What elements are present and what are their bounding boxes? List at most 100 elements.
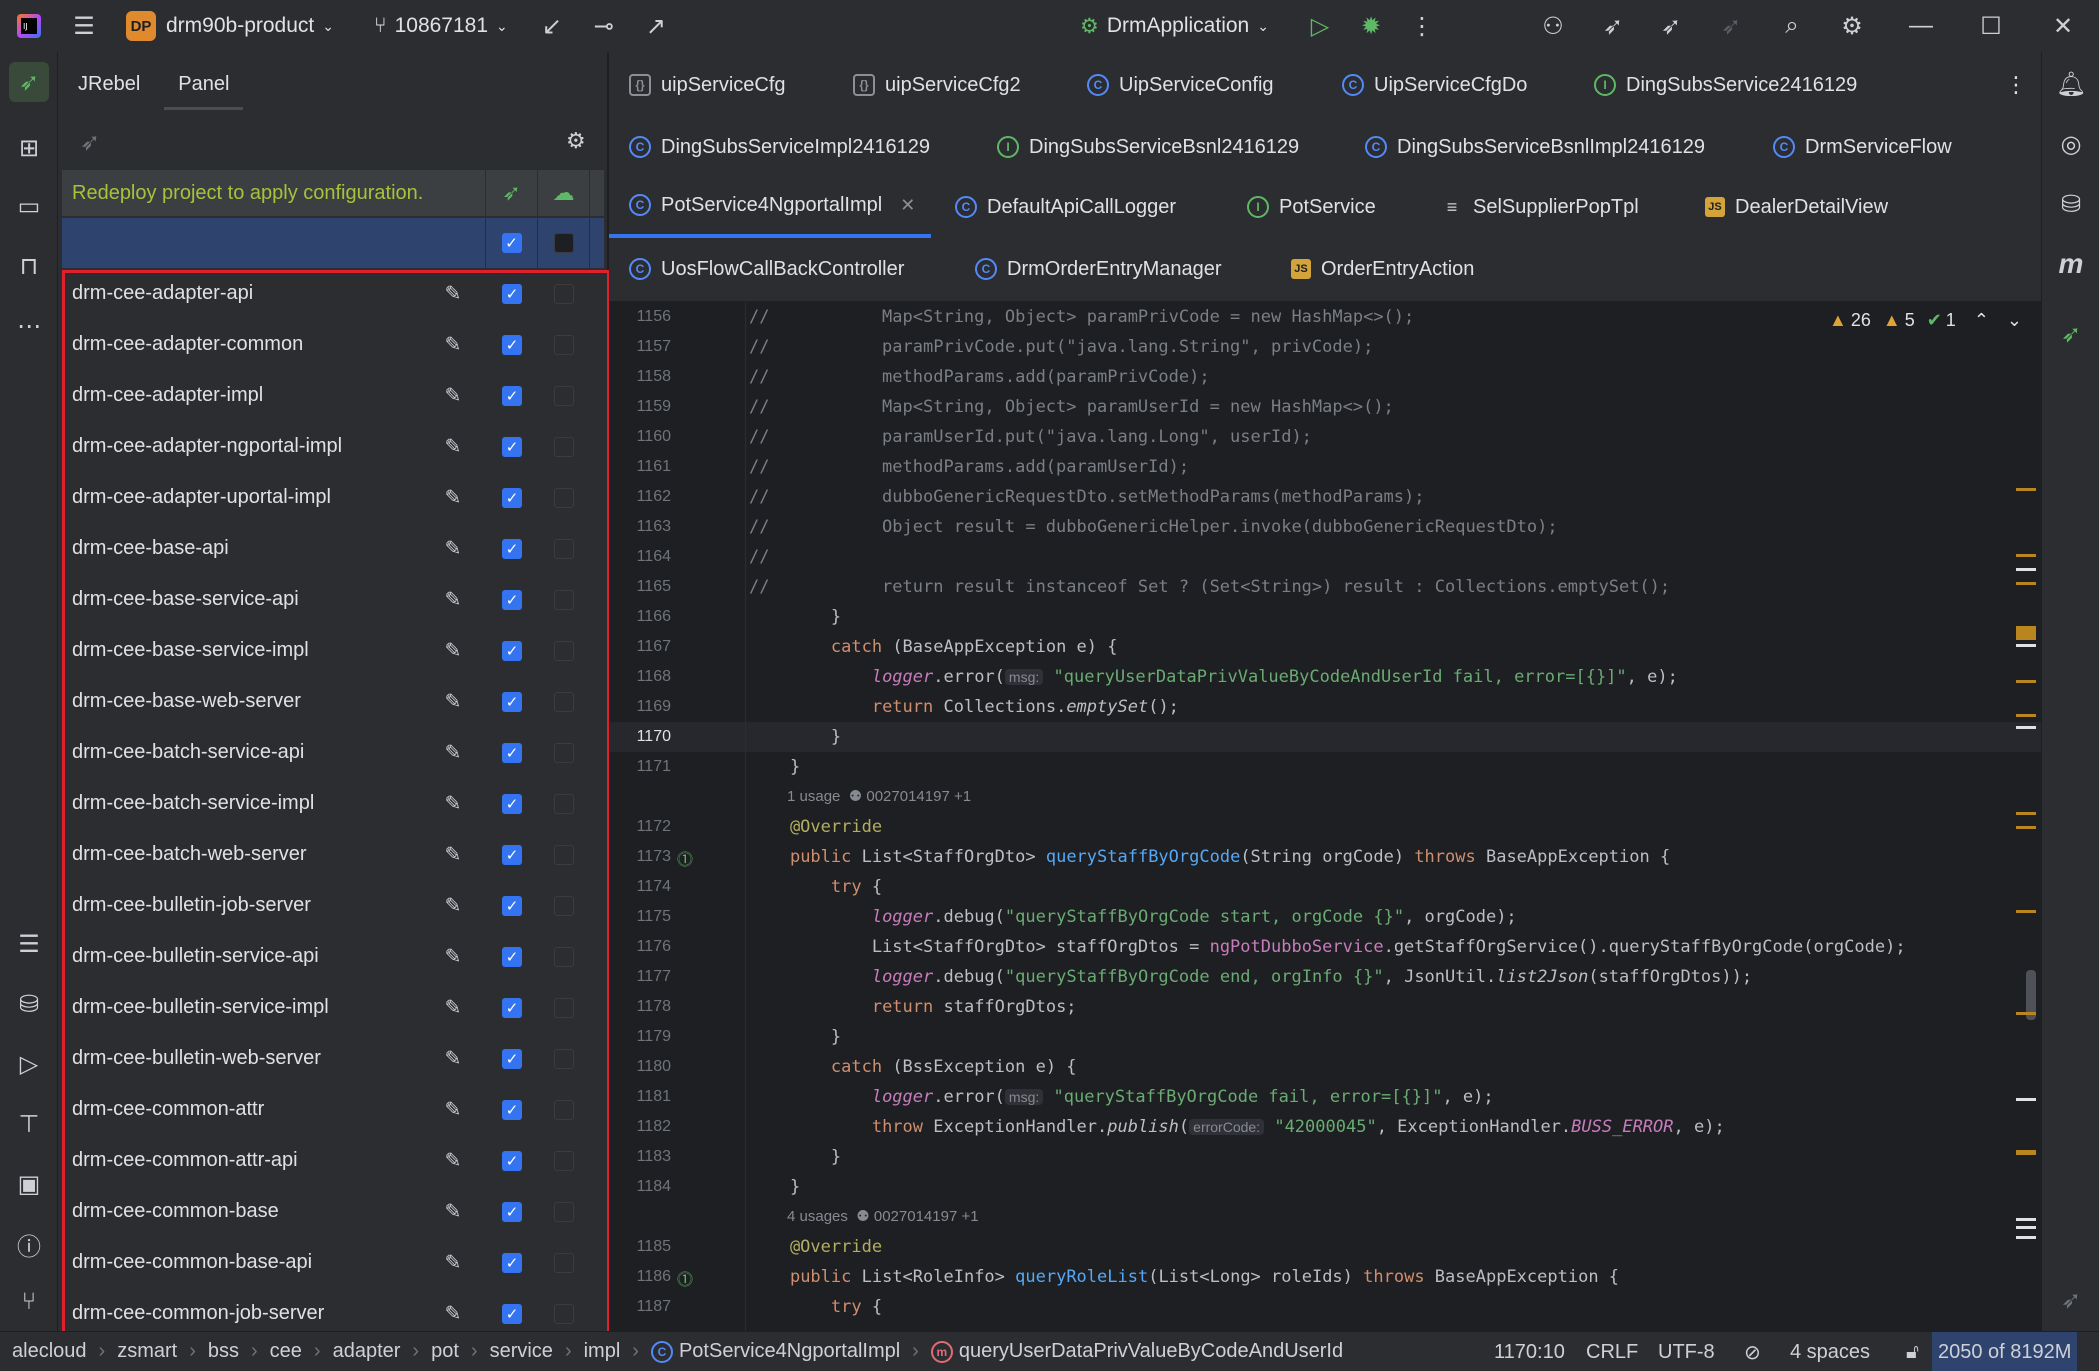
- remote-checkbox[interactable]: [554, 793, 574, 814]
- tab-selsupplierpoptpl[interactable]: ≡ SelSupplierPopTpl: [1441, 176, 1639, 238]
- remote-checkbox[interactable]: [554, 1303, 574, 1324]
- jrebel-run-icon[interactable]: ➶: [1587, 0, 1639, 52]
- main-menu-icon[interactable]: ☰: [58, 0, 110, 52]
- warning-stripe[interactable]: [2016, 812, 2036, 815]
- settings-icon[interactable]: ⚙: [1826, 0, 1878, 52]
- warning-stripe[interactable]: [2016, 626, 2036, 640]
- jrebel-debug-icon[interactable]: ➶: [1645, 0, 1697, 52]
- select-all-remote-checkbox[interactable]: [553, 233, 574, 253]
- edit-icon[interactable]: ✎: [420, 434, 486, 459]
- minimize-icon[interactable]: —: [1895, 0, 1947, 52]
- edit-icon[interactable]: ✎: [420, 689, 486, 714]
- edit-icon[interactable]: ✎: [420, 1097, 486, 1122]
- module-row[interactable]: drm-cee-base-service-api ✎ ✓: [62, 574, 604, 625]
- maximize-icon[interactable]: ☐: [1965, 0, 2017, 52]
- implements-gutter-icon[interactable]: ⓵: [677, 1266, 693, 1290]
- agent-checkbox[interactable]: ✓: [502, 844, 522, 865]
- agent-checkbox[interactable]: ✓: [502, 1048, 522, 1069]
- edit-icon[interactable]: ✎: [420, 638, 486, 663]
- agent-checkbox[interactable]: ✓: [502, 436, 522, 457]
- database-icon[interactable]: ⛁: [2051, 184, 2091, 224]
- ai-status-icon[interactable]: ⊘: [1744, 1332, 1761, 1371]
- agent-checkbox[interactable]: ✓: [502, 1150, 522, 1171]
- breadcrumb-item[interactable]: adapter: [333, 1340, 401, 1363]
- branch-switcher[interactable]: ⑂ 10867181 ⌄: [374, 0, 508, 52]
- more-tools-icon[interactable]: ⋯: [9, 306, 49, 346]
- module-row[interactable]: drm-cee-batch-web-server ✎ ✓: [62, 829, 604, 880]
- breadcrumb-item[interactable]: zsmart: [117, 1340, 177, 1363]
- module-row[interactable]: drm-cee-batch-service-api ✎ ✓: [62, 727, 604, 778]
- module-row[interactable]: drm-cee-common-attr ✎ ✓: [62, 1084, 604, 1135]
- agent-checkbox[interactable]: ✓: [502, 793, 522, 814]
- tab-panel[interactable]: Panel: [164, 52, 244, 116]
- jrebel-agent-column-icon[interactable]: ➶: [486, 170, 538, 216]
- info-stripe[interactable]: [2016, 1226, 2036, 1229]
- usage-count[interactable]: 1 usage: [787, 788, 840, 805]
- module-row[interactable]: drm-cee-adapter-uportal-impl ✎ ✓: [62, 472, 604, 523]
- breadcrumb-item[interactable]: cee: [270, 1340, 302, 1363]
- ai-assistant-icon[interactable]: ◎: [2051, 124, 2091, 164]
- edit-icon[interactable]: ✎: [420, 893, 486, 918]
- vcs-push-icon[interactable]: ↗: [630, 0, 682, 52]
- remote-checkbox[interactable]: [554, 1099, 574, 1120]
- module-row[interactable]: drm-cee-adapter-common ✎ ✓: [62, 319, 604, 370]
- implements-gutter-icon[interactable]: ⓵: [677, 846, 693, 870]
- module-row[interactable]: drm-cee-bulletin-service-impl ✎ ✓: [62, 982, 604, 1033]
- structure-icon[interactable]: ⊞: [9, 128, 49, 168]
- tab-uipserviceconfig[interactable]: C UipServiceConfig: [1087, 54, 1274, 116]
- gear-icon[interactable]: ⚙: [566, 128, 586, 154]
- module-row[interactable]: drm-cee-bulletin-web-server ✎ ✓: [62, 1033, 604, 1084]
- more-actions-icon[interactable]: ⋮: [1396, 0, 1448, 52]
- tab-dingsubsservicebsnlimpl2416129[interactable]: C DingSubsServiceBsnlImpl2416129: [1365, 116, 1705, 178]
- remote-checkbox[interactable]: [554, 946, 574, 967]
- remote-checkbox[interactable]: [554, 1150, 574, 1171]
- agent-checkbox[interactable]: ✓: [502, 1099, 522, 1120]
- module-row[interactable]: drm-cee-batch-service-impl ✎ ✓: [62, 778, 604, 829]
- tab-dingsubsservice2416129[interactable]: I DingSubsService2416129: [1594, 54, 1857, 116]
- edit-icon[interactable]: ✎: [420, 536, 486, 561]
- agent-checkbox[interactable]: ✓: [502, 997, 522, 1018]
- warning-stripe[interactable]: [2016, 910, 2036, 913]
- edit-icon[interactable]: ✎: [420, 842, 486, 867]
- warning-stripe[interactable]: [2016, 554, 2036, 557]
- breadcrumb-item[interactable]: service: [490, 1340, 553, 1363]
- search-icon[interactable]: ⌕: [1766, 0, 1818, 52]
- tab-jrebel[interactable]: JRebel: [78, 52, 140, 116]
- module-row[interactable]: drm-cee-adapter-api ✎ ✓: [62, 268, 604, 319]
- agent-checkbox[interactable]: ✓: [502, 487, 522, 508]
- warning-stripe[interactable]: [2016, 826, 2036, 829]
- edit-icon[interactable]: ✎: [420, 944, 486, 969]
- module-row[interactable]: drm-cee-adapter-impl ✎ ✓: [62, 370, 604, 421]
- edit-icon[interactable]: ✎: [420, 740, 486, 765]
- edit-icon[interactable]: ✎: [420, 1301, 486, 1326]
- usage-hint[interactable]: 4 usages ⚉ 0027014197 +1: [609, 1202, 2041, 1232]
- agent-checkbox[interactable]: ✓: [502, 1201, 522, 1222]
- build-icon[interactable]: ⊤: [9, 1104, 49, 1144]
- app-logo-icon[interactable]: IJ: [0, 0, 58, 52]
- tab-dingsubsservicebsnl2416129[interactable]: I DingSubsServiceBsnl2416129: [997, 116, 1299, 178]
- warning-stripe[interactable]: [2016, 488, 2036, 491]
- tab-potservice[interactable]: I PotService: [1247, 176, 1376, 238]
- agent-checkbox[interactable]: ✓: [502, 640, 522, 661]
- jrebel-status-icon[interactable]: ➶: [2051, 1280, 2091, 1320]
- warning-stripe[interactable]: [2016, 582, 2036, 585]
- warning-stripe[interactable]: [2016, 1150, 2036, 1155]
- edit-icon[interactable]: ✎: [420, 1148, 486, 1173]
- jrebel-setup-icon[interactable]: ➶: [2051, 314, 2091, 354]
- agent-checkbox[interactable]: ✓: [502, 385, 522, 406]
- terminal-icon[interactable]: ▣: [9, 1164, 49, 1204]
- edit-icon[interactable]: ✎: [420, 791, 486, 816]
- edit-icon[interactable]: ✎: [420, 485, 486, 510]
- edit-icon[interactable]: ✎: [420, 995, 486, 1020]
- agent-checkbox[interactable]: ✓: [502, 742, 522, 763]
- module-row[interactable]: drm-cee-common-attr-api ✎ ✓: [62, 1135, 604, 1186]
- debug-icon[interactable]: ✹: [1345, 0, 1397, 52]
- module-row[interactable]: drm-cee-adapter-ngportal-impl ✎ ✓: [62, 421, 604, 472]
- project-switcher[interactable]: DP drm90b-product ⌄: [126, 0, 334, 52]
- agent-checkbox[interactable]: ✓: [502, 283, 522, 304]
- usage-hint[interactable]: 1 usage ⚉ 0027014197 +1: [609, 782, 2041, 812]
- indent-setting[interactable]: 4 spaces: [1790, 1332, 1870, 1371]
- breadcrumb-item[interactable]: queryUserDataPrivValueByCodeAndUserId: [959, 1340, 1343, 1363]
- memory-indicator[interactable]: 2050 of 8192M: [1932, 1332, 2078, 1371]
- jrebel-remote-column-icon[interactable]: ☁: [538, 170, 590, 216]
